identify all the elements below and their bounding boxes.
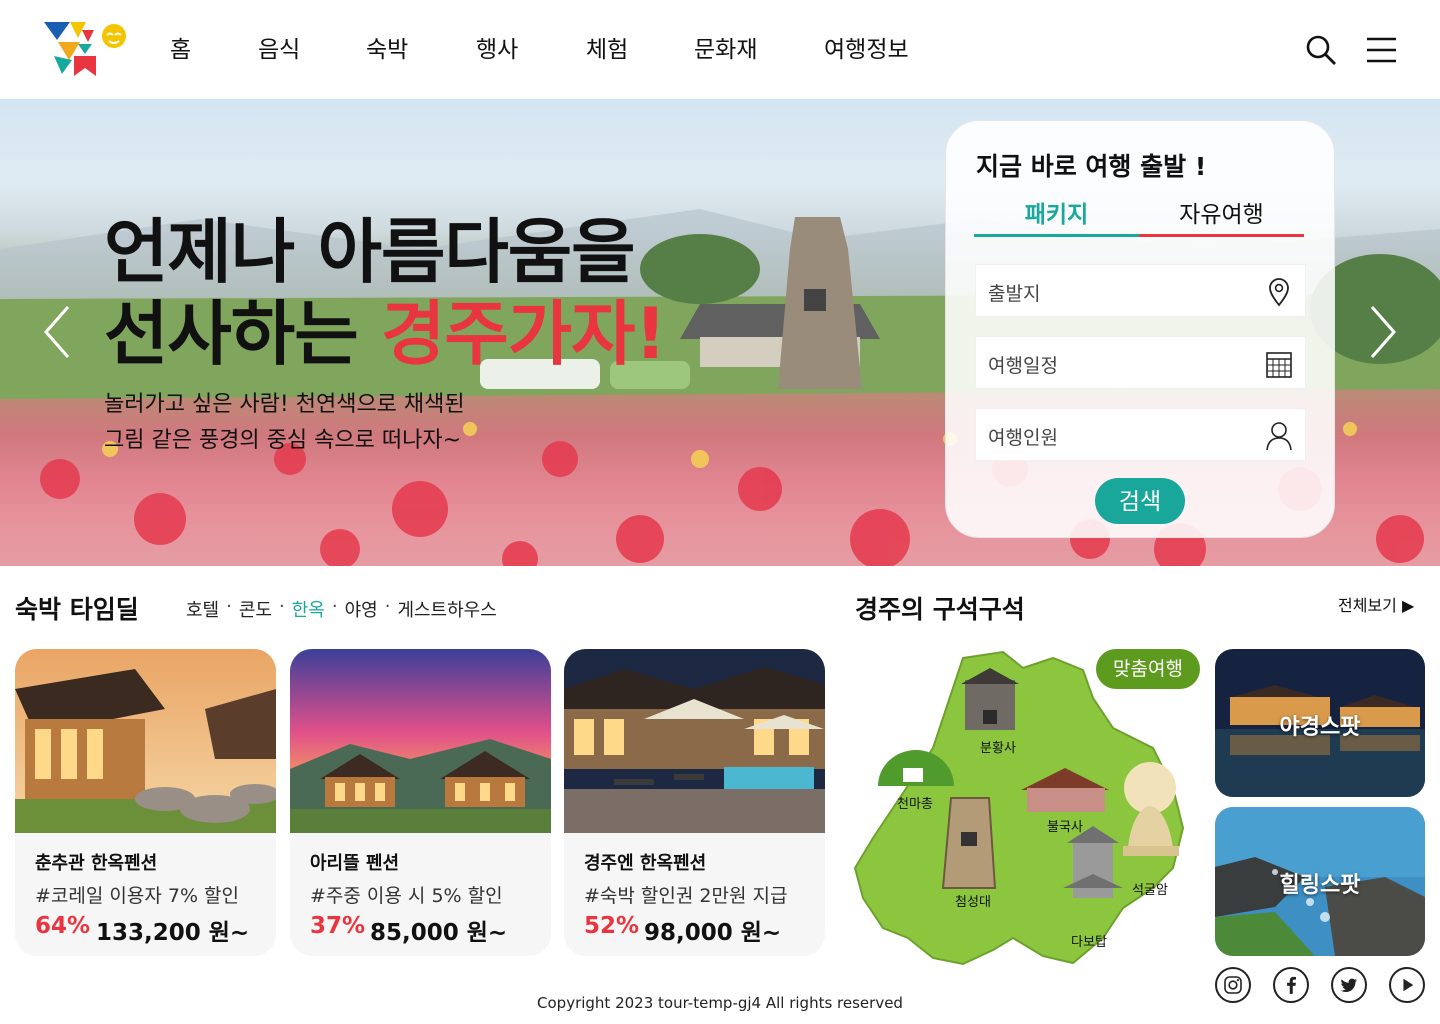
hero-title-line1: 언제나 아름다움을 xyxy=(104,211,636,293)
healing-spot-card[interactable]: 힐링스팟 xyxy=(1215,807,1425,956)
hero-title-accent: 경주가자! xyxy=(380,293,667,375)
nav-heritage[interactable]: 문화재 xyxy=(694,30,824,64)
search-button[interactable]: 검색 xyxy=(1095,478,1185,524)
category-separator: · xyxy=(331,596,338,617)
category-camping[interactable]: 야영 xyxy=(345,596,378,622)
pension-photo xyxy=(290,649,551,833)
search-icon[interactable] xyxy=(1305,34,1337,66)
hero-title-line2: 선사하는 경주가자! xyxy=(104,293,667,375)
card-discount: 37% xyxy=(310,913,366,939)
view-all-link[interactable]: 전체보기 ▶ xyxy=(1338,592,1414,616)
card-promo: #코레일 이용자 7% 할인 xyxy=(35,885,240,907)
landmark-label: 다보탑 xyxy=(1071,935,1107,950)
tab-free-travel[interactable]: 자유여행 xyxy=(1139,195,1304,237)
tab-package[interactable]: 패키지 xyxy=(974,195,1139,237)
lodging-card[interactable]: 춘추관 한옥펜션 #코레일 이용자 7% 할인 64% 133,200 원~ xyxy=(15,649,276,956)
night-spot-card[interactable]: 야경스팟 xyxy=(1215,649,1425,797)
landmark-label: 불국사 xyxy=(1047,820,1083,835)
departure-field[interactable]: 출발지 xyxy=(975,264,1306,317)
spot-label: 야경스팟 xyxy=(1279,715,1361,740)
nav-lodging[interactable]: 숙박 xyxy=(366,30,476,64)
card-promo: #주중 이용 시 5% 할인 xyxy=(310,885,503,907)
lodging-category-filter: 호텔 · 콘도 · 한옥 · 야영 · 게스트하우스 xyxy=(186,596,497,622)
lodging-card[interactable]: 경주엔 한옥펜션 #숙박 할인권 2만원 지급 52% 98,000 원~ xyxy=(564,649,825,956)
category-guesthouse[interactable]: 게스트하우스 xyxy=(397,596,496,622)
card-title: 아리뜰 펜션 xyxy=(310,853,400,874)
user-icon xyxy=(1266,422,1292,451)
calendar-icon xyxy=(1266,352,1292,378)
courtyard-photo xyxy=(564,649,825,833)
landmark-label: 첨성대 xyxy=(955,895,991,910)
custom-trip-button[interactable]: 맞춤여행 xyxy=(1096,649,1200,689)
category-separator: · xyxy=(384,596,391,617)
trip-search-panel: 지금 바로 여행 출발 ! 패키지 자유여행 출발지 여행일정 여행인원 검색 xyxy=(945,120,1335,538)
chevron-right-icon[interactable] xyxy=(1368,304,1398,360)
category-hanok[interactable]: 한옥 xyxy=(292,596,325,622)
hamburger-menu-icon[interactable] xyxy=(1366,34,1398,66)
card-title: 경주엔 한옥펜션 xyxy=(584,853,707,874)
nav-experience[interactable]: 체험 xyxy=(586,30,694,64)
spot-label: 힐링스팟 xyxy=(1279,873,1361,898)
travelers-field[interactable]: 여행인원 xyxy=(975,408,1306,461)
panel-title: 지금 바로 여행 출발 ! xyxy=(976,152,1207,181)
hero-subtitle: 놀러가고 싶은 사람! 천연색으로 채색된 그림 같은 풍경의 중심 속으로 떠… xyxy=(104,387,465,459)
travel-dates-field[interactable]: 여행일정 xyxy=(975,336,1306,389)
nav-travel-info[interactable]: 여행정보 xyxy=(824,30,934,64)
landmark-label: 분황사 xyxy=(980,741,1016,756)
location-pin-icon xyxy=(1269,278,1289,307)
category-condo[interactable]: 콘도 xyxy=(239,596,272,622)
logo[interactable] xyxy=(44,20,128,78)
category-separator: · xyxy=(226,596,232,617)
hero-subtitle-line1: 놀러가고 싶은 사람! 천연색으로 채색된 xyxy=(104,392,465,417)
landmark-label: 천마총 xyxy=(897,797,933,812)
hanok-photo xyxy=(15,649,276,833)
card-title: 춘추관 한옥펜션 xyxy=(35,853,158,874)
cheomseongdae-tower xyxy=(941,797,997,889)
travel-dates-placeholder: 여행일정 xyxy=(988,355,1058,377)
main-nav: 홈 음식 숙박 행사 체험 문화재 여행정보 xyxy=(170,30,934,64)
corners-section-title: 경주의 구석구석 xyxy=(855,595,1025,624)
category-hotel[interactable]: 호텔 xyxy=(186,596,219,622)
card-price: 85,000 원~ xyxy=(370,920,508,946)
card-discount: 64% xyxy=(35,913,91,939)
travelers-placeholder: 여행인원 xyxy=(988,427,1058,449)
hero-subtitle-line2: 그림 같은 풍경의 중심 속으로 떠나자~ xyxy=(104,428,462,453)
card-price: 98,000 원~ xyxy=(644,920,782,946)
lodging-card[interactable]: 아리뜰 펜션 #주중 이용 시 5% 할인 37% 85,000 원~ xyxy=(290,649,551,956)
lodging-section-title: 숙박 타임딜 xyxy=(15,595,139,624)
hero-title: 언제나 아름다움을 선사하는 경주가자! xyxy=(104,211,667,375)
card-price: 133,200 원~ xyxy=(96,920,250,946)
card-promo: #숙박 할인권 2만원 지급 xyxy=(584,885,788,907)
nav-food[interactable]: 음식 xyxy=(258,30,366,64)
hero-title-line2-prefix: 선사하는 xyxy=(104,293,381,375)
category-separator: · xyxy=(278,596,285,617)
site-header: 홈 음식 숙박 행사 체험 문화재 여행정보 xyxy=(0,0,1440,99)
chevron-left-icon[interactable] xyxy=(42,304,72,360)
nav-home[interactable]: 홈 xyxy=(170,30,258,64)
copyright-text: Copyright 2023 tour-temp-gj4 All rights … xyxy=(537,994,903,1012)
landmark-label: 석굴암 xyxy=(1132,883,1168,898)
nav-events[interactable]: 행사 xyxy=(476,30,586,64)
departure-placeholder: 출발지 xyxy=(988,283,1041,305)
card-discount: 52% xyxy=(584,913,640,939)
